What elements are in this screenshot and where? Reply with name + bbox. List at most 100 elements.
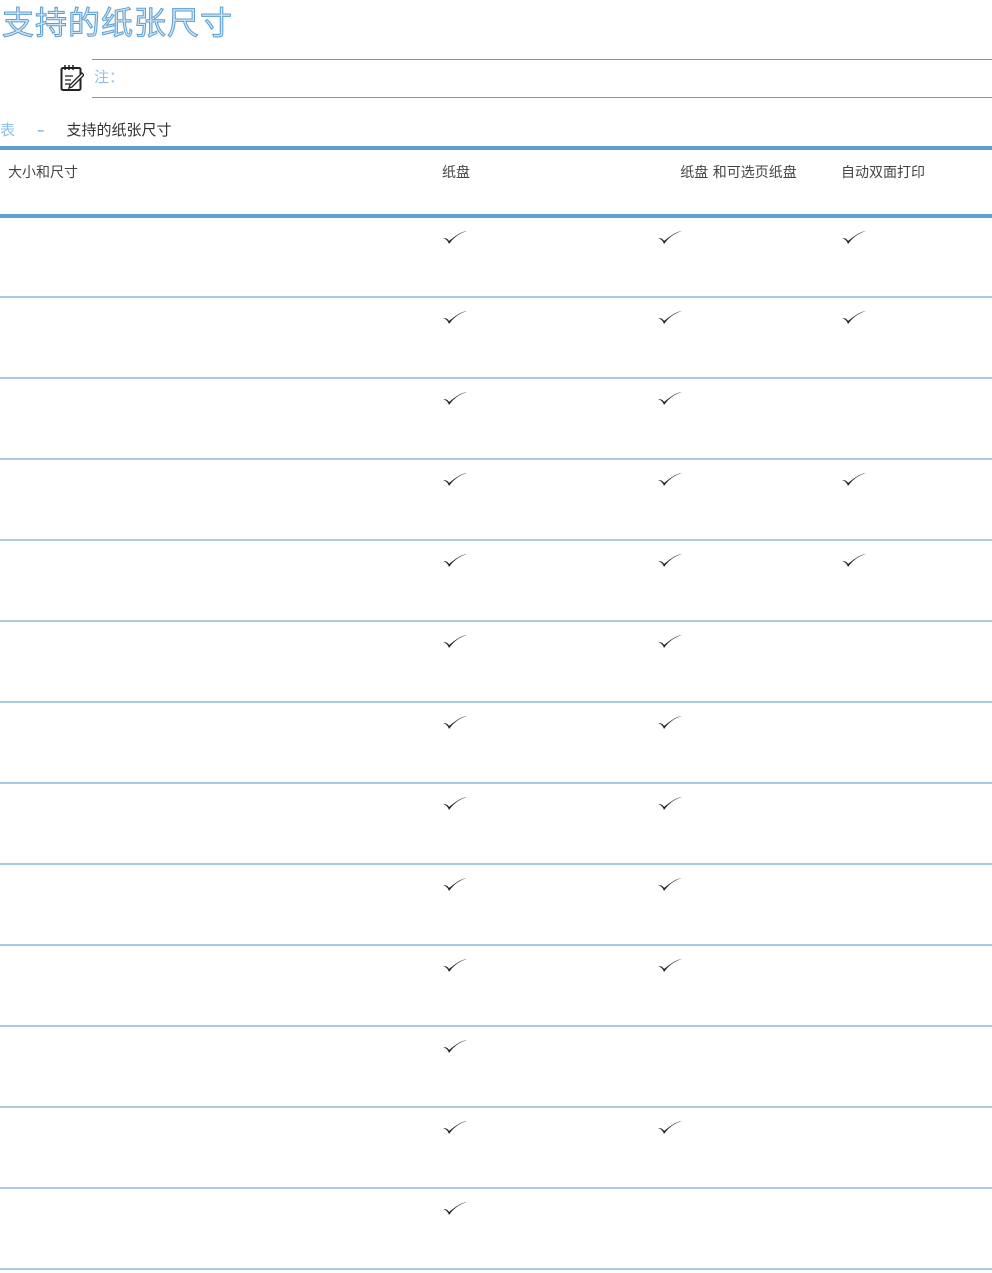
tray-cell	[441, 297, 656, 378]
checkmark-icon	[442, 716, 468, 735]
checkmark-icon	[657, 878, 683, 897]
table-row	[0, 702, 992, 783]
size-cell	[0, 297, 441, 378]
size-cell	[0, 945, 441, 1026]
col-optional-tray: 纸盘 和可选页纸盘	[680, 165, 797, 181]
tray-cell	[441, 1026, 656, 1107]
note-box: 注：	[92, 59, 992, 98]
table-row	[0, 378, 992, 459]
checkmark-icon	[442, 797, 468, 816]
note-icon	[60, 65, 84, 91]
tray-cell	[441, 864, 656, 945]
optional-tray-cell	[656, 297, 840, 378]
optional-tray-cell	[656, 1107, 840, 1188]
checkmark-icon	[442, 473, 468, 492]
optional-tray-cell	[656, 702, 840, 783]
checkmark-icon	[442, 959, 468, 978]
size-cell	[0, 702, 441, 783]
optional-tray-cell	[656, 864, 840, 945]
checkmark-icon	[841, 554, 867, 573]
table-row	[0, 1107, 992, 1188]
tray-cell	[441, 1188, 656, 1269]
table-row	[0, 1188, 992, 1269]
tray-cell	[441, 783, 656, 864]
checkmark-icon	[657, 716, 683, 735]
size-cell	[0, 1026, 441, 1107]
checkmark-icon	[657, 554, 683, 573]
checkmark-icon	[657, 311, 683, 330]
table-row	[0, 621, 992, 702]
table-header: 大小和尺寸 纸盘 纸盘 和可选页纸盘 自动双面打印	[0, 148, 992, 216]
tray-cell	[441, 702, 656, 783]
col-tray: 纸盘	[442, 165, 470, 181]
duplex-cell	[840, 945, 992, 1026]
duplex-cell	[840, 297, 992, 378]
checkmark-icon	[657, 231, 683, 250]
optional-tray-cell	[656, 783, 840, 864]
optional-tray-cell	[656, 621, 840, 702]
note-label: 注：	[94, 68, 125, 86]
duplex-cell	[840, 1107, 992, 1188]
duplex-cell	[840, 1188, 992, 1269]
optional-tray-cell	[656, 216, 840, 297]
tray-cell	[441, 216, 656, 297]
paper-size-table: 大小和尺寸 纸盘 纸盘 和可选页纸盘 自动双面打印	[0, 146, 992, 1270]
size-cell	[0, 216, 441, 297]
table-row	[0, 216, 992, 297]
checkmark-icon	[442, 635, 468, 654]
table-row	[0, 864, 992, 945]
checkmark-icon	[442, 392, 468, 411]
size-cell	[0, 864, 441, 945]
col-size: 大小和尺寸	[8, 165, 78, 181]
size-cell	[0, 459, 441, 540]
table-row	[0, 540, 992, 621]
checkmark-icon	[442, 1202, 468, 1221]
checkmark-icon	[657, 1121, 683, 1140]
table-row	[0, 783, 992, 864]
page-title: 支持的纸张尺寸	[1, 4, 234, 43]
optional-tray-cell	[656, 540, 840, 621]
duplex-cell	[840, 702, 992, 783]
tray-cell	[441, 621, 656, 702]
table-row	[0, 459, 992, 540]
col-duplex: 自动双面打印	[841, 165, 925, 181]
checkmark-icon	[657, 473, 683, 492]
checkmark-icon	[657, 392, 683, 411]
size-cell	[0, 540, 441, 621]
tray-cell	[441, 945, 656, 1026]
size-cell	[0, 621, 441, 702]
table-row	[0, 1026, 992, 1107]
optional-tray-cell	[656, 1188, 840, 1269]
table-row	[0, 297, 992, 378]
caption-text: 支持的纸张尺寸	[66, 121, 172, 139]
checkmark-icon	[442, 311, 468, 330]
checkmark-icon	[657, 959, 683, 978]
tray-cell	[441, 378, 656, 459]
optional-tray-cell	[656, 459, 840, 540]
checkmark-icon	[657, 797, 683, 816]
checkmark-icon	[841, 231, 867, 250]
duplex-cell	[840, 216, 992, 297]
duplex-cell	[840, 459, 992, 540]
table-caption: 表 – 支持的纸张尺寸	[0, 119, 172, 140]
optional-tray-cell	[656, 378, 840, 459]
duplex-cell	[840, 378, 992, 459]
duplex-cell	[840, 540, 992, 621]
size-cell	[0, 783, 441, 864]
size-cell	[0, 378, 441, 459]
caption-prefix: 表	[0, 121, 16, 139]
optional-tray-cell	[656, 1026, 840, 1107]
tray-cell	[441, 1107, 656, 1188]
optional-tray-cell	[656, 945, 840, 1026]
caption-dash: –	[37, 121, 45, 139]
size-cell	[0, 1188, 441, 1269]
duplex-cell	[840, 621, 992, 702]
checkmark-icon	[841, 311, 867, 330]
table-row	[0, 945, 992, 1026]
duplex-cell	[840, 864, 992, 945]
duplex-cell	[840, 1026, 992, 1107]
checkmark-icon	[442, 1121, 468, 1140]
checkmark-icon	[442, 231, 468, 250]
checkmark-icon	[442, 878, 468, 897]
duplex-cell	[840, 783, 992, 864]
